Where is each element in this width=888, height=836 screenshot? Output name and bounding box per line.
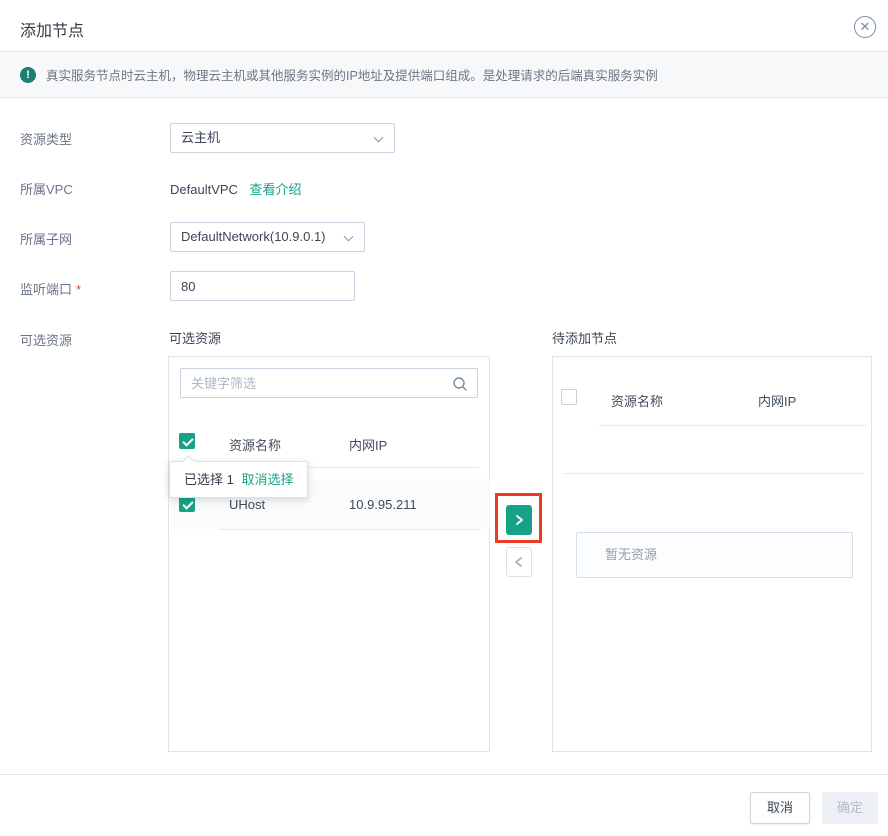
subnet-value: DefaultNetwork(10.9.0.1) bbox=[181, 229, 326, 244]
clear-selection-link[interactable]: 取消选择 bbox=[241, 472, 293, 487]
page-title: 添加节点 bbox=[20, 17, 84, 41]
col-header-ip: 内网IP bbox=[349, 435, 387, 454]
col-header-ip: 内网IP bbox=[758, 391, 796, 410]
pending-panel-title: 待添加节点 bbox=[552, 328, 617, 347]
search-input[interactable] bbox=[181, 369, 439, 397]
vpc-intro-link[interactable]: 查看介绍 bbox=[250, 182, 302, 197]
table-divider bbox=[563, 473, 865, 474]
col-header-name: 资源名称 bbox=[229, 435, 281, 454]
listen-port-label: 监听端口* bbox=[20, 279, 81, 298]
info-icon bbox=[20, 67, 36, 83]
table-divider bbox=[219, 529, 479, 530]
confirm-button[interactable]: 确定 bbox=[822, 792, 878, 824]
row-ip: 10.9.95.211 bbox=[349, 497, 417, 512]
subnet-label: 所属子网 bbox=[20, 229, 72, 248]
arrow-right-icon bbox=[513, 514, 525, 526]
chevron-down-icon bbox=[374, 133, 384, 143]
available-panel-title: 可选资源 bbox=[169, 328, 221, 347]
listen-port-input[interactable] bbox=[181, 272, 344, 300]
selected-count-text: 已选择 1 bbox=[184, 472, 234, 487]
move-left-button[interactable] bbox=[506, 547, 532, 577]
select-all-checkbox[interactable] bbox=[561, 389, 577, 405]
available-resources-panel: 资源名称 内网IP UHost 10.9.95.211 bbox=[168, 356, 490, 752]
add-node-dialog: 添加节点 ✕ 真实服务节点时云主机，物理云主机或其他服务实例的IP地址及提供端口… bbox=[0, 0, 888, 836]
vpc-value-row: DefaultVPC 查看介绍 bbox=[170, 179, 302, 198]
vpc-value: DefaultVPC bbox=[170, 182, 238, 197]
cancel-button[interactable]: 取消 bbox=[750, 792, 810, 824]
row-checkbox[interactable] bbox=[179, 496, 195, 512]
info-banner: 真实服务节点时云主机，物理云主机或其他服务实例的IP地址及提供端口组成。是处理请… bbox=[0, 52, 888, 98]
resource-type-select[interactable]: 云主机 bbox=[170, 123, 395, 153]
select-all-checkbox[interactable] bbox=[179, 433, 195, 449]
close-icon[interactable]: ✕ bbox=[854, 16, 876, 38]
search-icon bbox=[452, 376, 468, 392]
required-asterisk: * bbox=[76, 282, 81, 297]
selection-tooltip: 已选择 1 取消选择 bbox=[169, 461, 308, 498]
col-header-name: 资源名称 bbox=[611, 391, 663, 410]
pending-nodes-panel: 资源名称 内网IP 暂无资源 bbox=[552, 356, 872, 752]
resources-label: 可选资源 bbox=[20, 330, 72, 349]
resource-type-value: 云主机 bbox=[181, 130, 220, 145]
table-divider bbox=[599, 425, 867, 426]
resource-type-label: 资源类型 bbox=[20, 129, 72, 148]
footer-divider bbox=[0, 774, 888, 775]
arrow-left-icon bbox=[513, 556, 525, 568]
chevron-down-icon bbox=[344, 232, 354, 242]
search-box bbox=[180, 368, 478, 398]
row-name: UHost bbox=[229, 497, 265, 512]
move-right-button[interactable] bbox=[506, 505, 532, 535]
listen-port-field-wrap bbox=[170, 271, 355, 301]
empty-state: 暂无资源 bbox=[576, 532, 853, 578]
subnet-select[interactable]: DefaultNetwork(10.9.0.1) bbox=[170, 222, 365, 252]
vpc-label: 所属VPC bbox=[20, 179, 73, 198]
banner-text: 真实服务节点时云主机，物理云主机或其他服务实例的IP地址及提供端口组成。是处理请… bbox=[46, 65, 658, 84]
